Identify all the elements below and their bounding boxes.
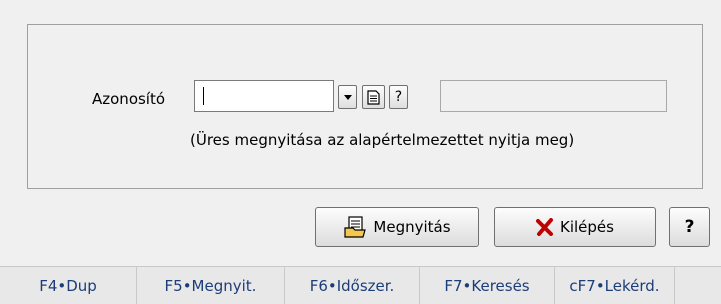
open-dialog: Azonosító ? (Üres megnyitása az alapérte… <box>0 0 721 304</box>
fkey-empty <box>675 267 721 304</box>
lookup-document-button[interactable] <box>362 85 385 109</box>
fkey-f5-open[interactable]: F5•Megnyit. <box>137 267 285 304</box>
fkey-f7-search[interactable]: F7•Keresés <box>420 267 555 304</box>
exit-button[interactable]: Kilépés <box>494 207 656 247</box>
help-button-label: ? <box>684 217 695 237</box>
fkey-cf7-query[interactable]: cF7•Lekérd. <box>555 267 675 304</box>
identifier-input[interactable] <box>194 80 334 112</box>
field-help-button[interactable]: ? <box>389 85 408 109</box>
text-caret <box>203 87 204 105</box>
fkey-f6-refresh[interactable]: F6•Időszer. <box>285 267 420 304</box>
exit-button-label: Kilépés <box>560 218 614 236</box>
identifier-label: Azonosító <box>92 90 166 108</box>
help-button[interactable]: ? <box>669 207 710 247</box>
close-x-icon <box>536 218 554 236</box>
hint-text: (Üres megnyitása az alapértelmezettet ny… <box>190 131 575 149</box>
field-help-label: ? <box>394 89 403 105</box>
document-icon <box>367 89 380 105</box>
dropdown-arrow-icon <box>343 94 352 100</box>
open-button[interactable]: Megnyitás <box>315 207 479 247</box>
description-field <box>440 80 667 112</box>
function-key-bar: F4•Dup F5•Megnyit. F6•Időszer. F7•Keresé… <box>0 266 721 304</box>
open-button-label: Megnyitás <box>373 218 451 236</box>
fkey-f4-dup[interactable]: F4•Dup <box>0 267 137 304</box>
open-documents-icon <box>343 216 367 238</box>
dropdown-button[interactable] <box>338 85 357 109</box>
